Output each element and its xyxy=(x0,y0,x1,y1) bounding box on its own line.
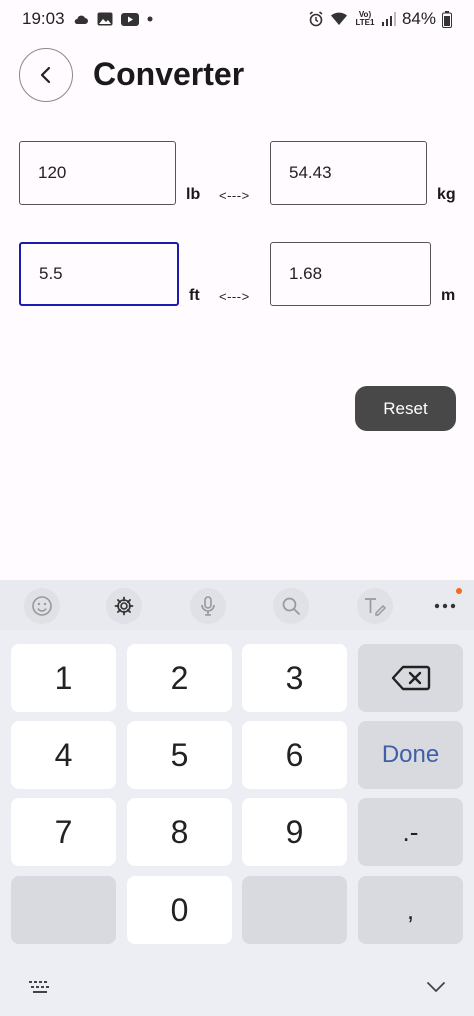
signal-icon xyxy=(381,12,396,26)
dot-minus-key[interactable]: .- xyxy=(358,798,463,866)
comma-key[interactable]: , xyxy=(358,876,463,944)
key-7[interactable]: 7 xyxy=(11,798,116,866)
key-2[interactable]: 2 xyxy=(127,644,232,712)
status-bar: 19:03 Vo) LTE1 84% xyxy=(0,0,474,38)
key-9[interactable]: 9 xyxy=(242,798,347,866)
numeric-keyboard: 1 2 3 4 5 6 Done 7 8 9 .- 0 , xyxy=(0,580,474,1016)
key-6[interactable]: 6 xyxy=(242,721,347,789)
done-key[interactable]: Done xyxy=(358,721,463,789)
battery-percent: 84% xyxy=(401,9,436,28)
blank-key-left xyxy=(11,876,116,944)
battery-icon xyxy=(442,10,452,28)
key-4[interactable]: 4 xyxy=(11,721,116,789)
status-time: 19:03 xyxy=(22,9,65,28)
feet-unit-label: ft xyxy=(189,287,200,304)
key-1[interactable]: 1 xyxy=(11,644,116,712)
gear-icon[interactable] xyxy=(106,588,142,624)
meters-input[interactable]: 1.68 xyxy=(270,242,431,306)
wifi-icon xyxy=(330,12,348,26)
reset-button[interactable]: Reset xyxy=(355,386,456,431)
mic-icon[interactable] xyxy=(190,588,226,624)
chevron-down-icon[interactable] xyxy=(422,972,450,1002)
notification-badge xyxy=(456,588,462,594)
page-title: Converter xyxy=(93,56,245,92)
backspace-key[interactable] xyxy=(358,644,463,712)
kilograms-input[interactable]: 54.43 xyxy=(270,141,427,205)
meters-unit-label: m xyxy=(441,287,456,304)
alarm-icon xyxy=(308,11,324,27)
pounds-unit-label: lb xyxy=(186,186,201,203)
key-5[interactable]: 5 xyxy=(127,721,232,789)
youtube-icon xyxy=(120,12,139,26)
keyboard-toolbar xyxy=(0,580,474,630)
weight-conversion-arrow: <---> xyxy=(219,188,250,203)
gallery-icon xyxy=(97,12,113,26)
notification-dot-icon xyxy=(147,16,153,22)
kilograms-unit-label: kg xyxy=(437,186,456,203)
key-0[interactable]: 0 xyxy=(127,876,232,944)
network-label: Vo) LTE1 xyxy=(355,10,375,27)
pounds-input[interactable]: 120 xyxy=(19,141,176,205)
key-8[interactable]: 8 xyxy=(127,798,232,866)
keyboard-switch-icon[interactable] xyxy=(26,972,54,1002)
feet-input[interactable]: 5.5 xyxy=(19,242,179,306)
back-button[interactable] xyxy=(19,48,73,102)
chevron-left-icon xyxy=(39,65,53,85)
blank-key-right xyxy=(242,876,347,944)
length-conversion-arrow: <---> xyxy=(219,289,250,304)
key-3[interactable]: 3 xyxy=(242,644,347,712)
text-edit-icon[interactable] xyxy=(357,588,393,624)
search-icon[interactable] xyxy=(273,588,309,624)
emoji-icon[interactable] xyxy=(24,588,60,624)
backspace-icon xyxy=(391,664,431,692)
weather-cloud-icon xyxy=(73,13,89,25)
